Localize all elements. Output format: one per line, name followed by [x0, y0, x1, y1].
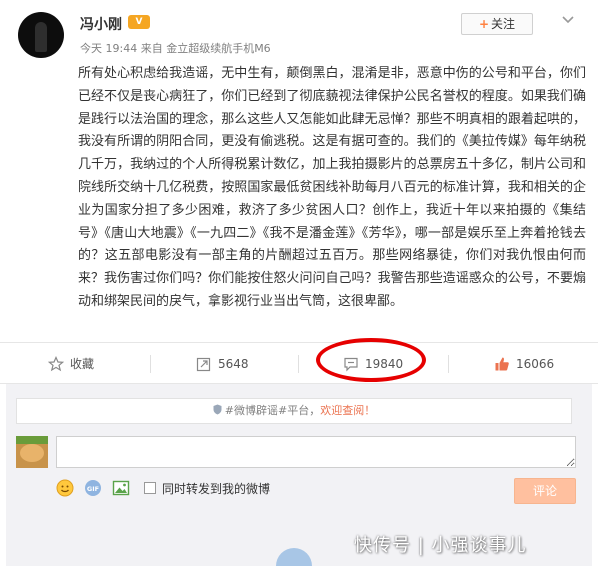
favorite-button[interactable]: 收藏 [48, 343, 94, 385]
follow-button[interactable]: + 关注 [461, 13, 533, 35]
favorite-label: 收藏 [70, 357, 95, 371]
post-meta: 今天 19:44 来自 金立超级续航手机M6 [80, 42, 271, 55]
gif-icon[interactable]: GIF [84, 479, 102, 497]
comment-count: 19840 [365, 357, 404, 371]
like-count: 16066 [516, 357, 555, 371]
comment-input[interactable] [56, 436, 576, 468]
repost-checkbox[interactable] [144, 482, 156, 494]
action-bar: 收藏 5648 19840 16066 [0, 342, 598, 384]
notice-link[interactable]: 欢迎查阅！ [320, 404, 375, 417]
plus-icon: + [478, 17, 490, 31]
repost-checkbox-label[interactable]: 同时转发到我的微博 [162, 480, 270, 497]
emoji-icon[interactable] [56, 479, 74, 497]
rumor-notice-bar[interactable]: #微博辟谣#平台，欢迎查阅！ [16, 398, 572, 424]
star-icon [48, 356, 64, 372]
image-icon[interactable] [112, 479, 130, 497]
like-button[interactable]: 16066 [494, 343, 554, 385]
svg-text:GIF: GIF [87, 485, 99, 493]
comment-button[interactable]: 19840 [343, 343, 403, 385]
shield-icon [213, 404, 222, 415]
chevron-down-icon[interactable] [562, 16, 574, 24]
thumbs-up-icon [495, 357, 509, 371]
author-name[interactable]: 冯小刚 [80, 14, 122, 34]
divider [150, 355, 151, 373]
post-content: 所有处心积虑给我造谣，无中生有，颠倒黑白，混淆是非，恶意中伤的公号和平台，你们已… [78, 66, 586, 309]
author-avatar[interactable] [18, 12, 64, 58]
repost-icon [196, 357, 211, 372]
repost-count: 5648 [218, 357, 249, 371]
vip-badge-icon: V [128, 15, 150, 29]
current-user-avatar [16, 436, 48, 468]
divider [298, 355, 299, 373]
reply-tools: GIF 同时转发到我的微博 [56, 478, 270, 498]
post-header: 冯小刚 V 今天 19:44 来自 金立超级续航手机M6 + 关注 [0, 0, 598, 62]
notice-text: #微博辟谣#平台， [224, 404, 321, 417]
divider [448, 355, 449, 373]
submit-comment-button[interactable]: 评论 [514, 478, 576, 504]
follow-label: 关注 [491, 17, 516, 31]
comment-icon [344, 357, 358, 372]
repost-button[interactable]: 5648 [196, 343, 249, 385]
watermark: 快传号 | 小强谈事儿 [354, 535, 527, 556]
